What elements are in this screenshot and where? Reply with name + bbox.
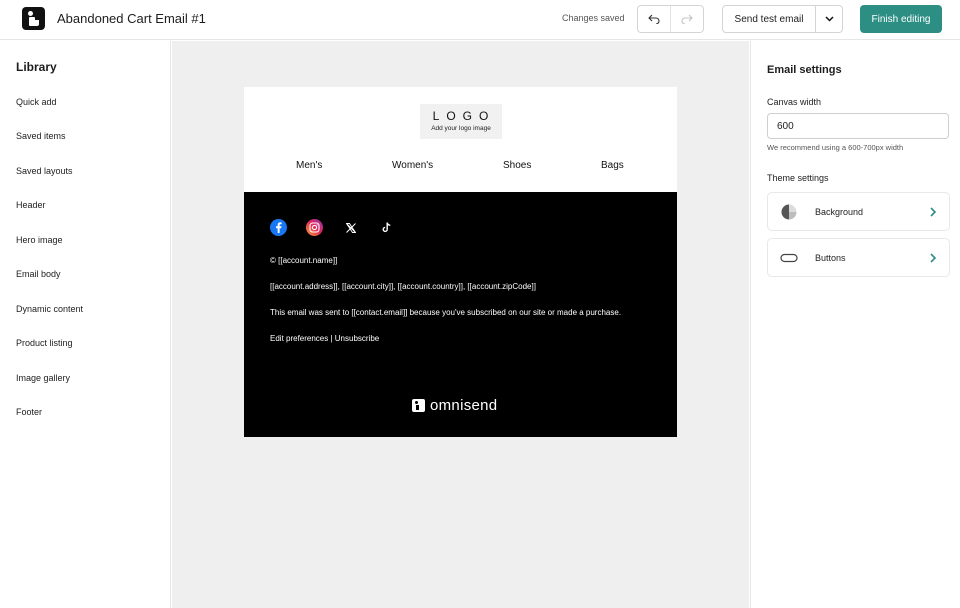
footer-links[interactable]: Edit preferences | Unsubscribe — [270, 334, 379, 343]
email-settings-panel: Email settings Canvas width We recommend… — [750, 41, 960, 608]
logo-text: LOGO — [432, 109, 496, 123]
theme-settings-title: Theme settings — [767, 173, 829, 183]
email-nav-bags[interactable]: Bags — [601, 160, 624, 171]
email-preview: LOGO Add your logo image Men's Women's S… — [244, 87, 677, 437]
send-test-dropdown[interactable] — [815, 6, 842, 32]
send-test-group: Send test email — [722, 5, 843, 33]
redo-button[interactable] — [670, 6, 703, 32]
chevron-down-icon — [824, 16, 834, 22]
logo-subtext: Add your logo image — [431, 125, 491, 132]
email-nav-shoes[interactable]: Shoes — [503, 160, 531, 171]
sidebar-item-quick-add[interactable]: Quick add — [16, 97, 57, 107]
button-shape-icon — [780, 250, 798, 266]
background-icon — [780, 204, 798, 220]
redo-icon — [681, 14, 693, 24]
email-nav-mens[interactable]: Men's — [296, 160, 322, 171]
sidebar-item-header[interactable]: Header — [16, 200, 46, 210]
settings-title: Email settings — [767, 64, 842, 76]
sidebar-item-hero-image[interactable]: Hero image — [16, 235, 63, 245]
top-bar: Abandoned Cart Email #1 Changes saved Se… — [0, 0, 960, 40]
sidebar-item-dynamic-content[interactable]: Dynamic content — [16, 304, 83, 314]
sidebar-item-image-gallery[interactable]: Image gallery — [16, 373, 70, 383]
send-test-button[interactable]: Send test email — [723, 6, 815, 32]
theme-item-label: Background — [815, 207, 864, 217]
omnisend-brand: omnisend — [412, 397, 497, 414]
x-twitter-icon[interactable] — [342, 219, 359, 236]
sidebar-item-product-listing[interactable]: Product listing — [16, 338, 73, 348]
sidebar-item-saved-items[interactable]: Saved items — [16, 131, 66, 141]
omnisend-logo-icon — [412, 399, 425, 412]
email-title[interactable]: Abandoned Cart Email #1 — [57, 11, 206, 26]
chevron-right-icon — [930, 253, 937, 263]
footer-notice: This email was sent to [[contact.email]]… — [270, 308, 622, 317]
canvas-width-input[interactable] — [767, 113, 949, 139]
email-footer-block[interactable]: © [[account.name]] [[account.address]], … — [244, 192, 677, 437]
editor-canvas: LOGO Add your logo image Men's Women's S… — [172, 41, 749, 608]
footer-address: [[account.address]], [[account.city]], [… — [270, 282, 536, 291]
library-sidebar: Library Quick add Saved items Saved layo… — [0, 41, 171, 608]
undo-redo-group — [637, 5, 704, 33]
theme-item-buttons[interactable]: Buttons — [767, 238, 950, 277]
sidebar-item-saved-layouts[interactable]: Saved layouts — [16, 166, 73, 176]
library-title: Library — [16, 60, 57, 74]
undo-button[interactable] — [638, 6, 670, 32]
tiktok-icon[interactable] — [378, 219, 395, 236]
theme-item-background[interactable]: Background — [767, 192, 950, 231]
save-status: Changes saved — [562, 13, 625, 23]
logo-placeholder[interactable]: LOGO Add your logo image — [420, 104, 502, 139]
footer-copyright: © [[account.name]] — [270, 256, 338, 265]
theme-item-label: Buttons — [815, 253, 846, 263]
facebook-icon[interactable] — [270, 219, 287, 236]
email-nav-womens[interactable]: Women's — [392, 160, 433, 171]
finish-editing-button[interactable]: Finish editing — [860, 5, 942, 33]
instagram-icon[interactable] — [306, 219, 323, 236]
canvas-width-label: Canvas width — [767, 97, 822, 107]
canvas-width-hint: We recommend using a 600-700px width — [767, 143, 904, 152]
sidebar-item-footer[interactable]: Footer — [16, 407, 42, 417]
undo-icon — [648, 14, 660, 24]
sidebar-item-email-body[interactable]: Email body — [16, 269, 61, 279]
chevron-right-icon — [930, 207, 937, 217]
app-logo-icon[interactable] — [22, 7, 45, 30]
brand-name: omnisend — [430, 397, 498, 414]
